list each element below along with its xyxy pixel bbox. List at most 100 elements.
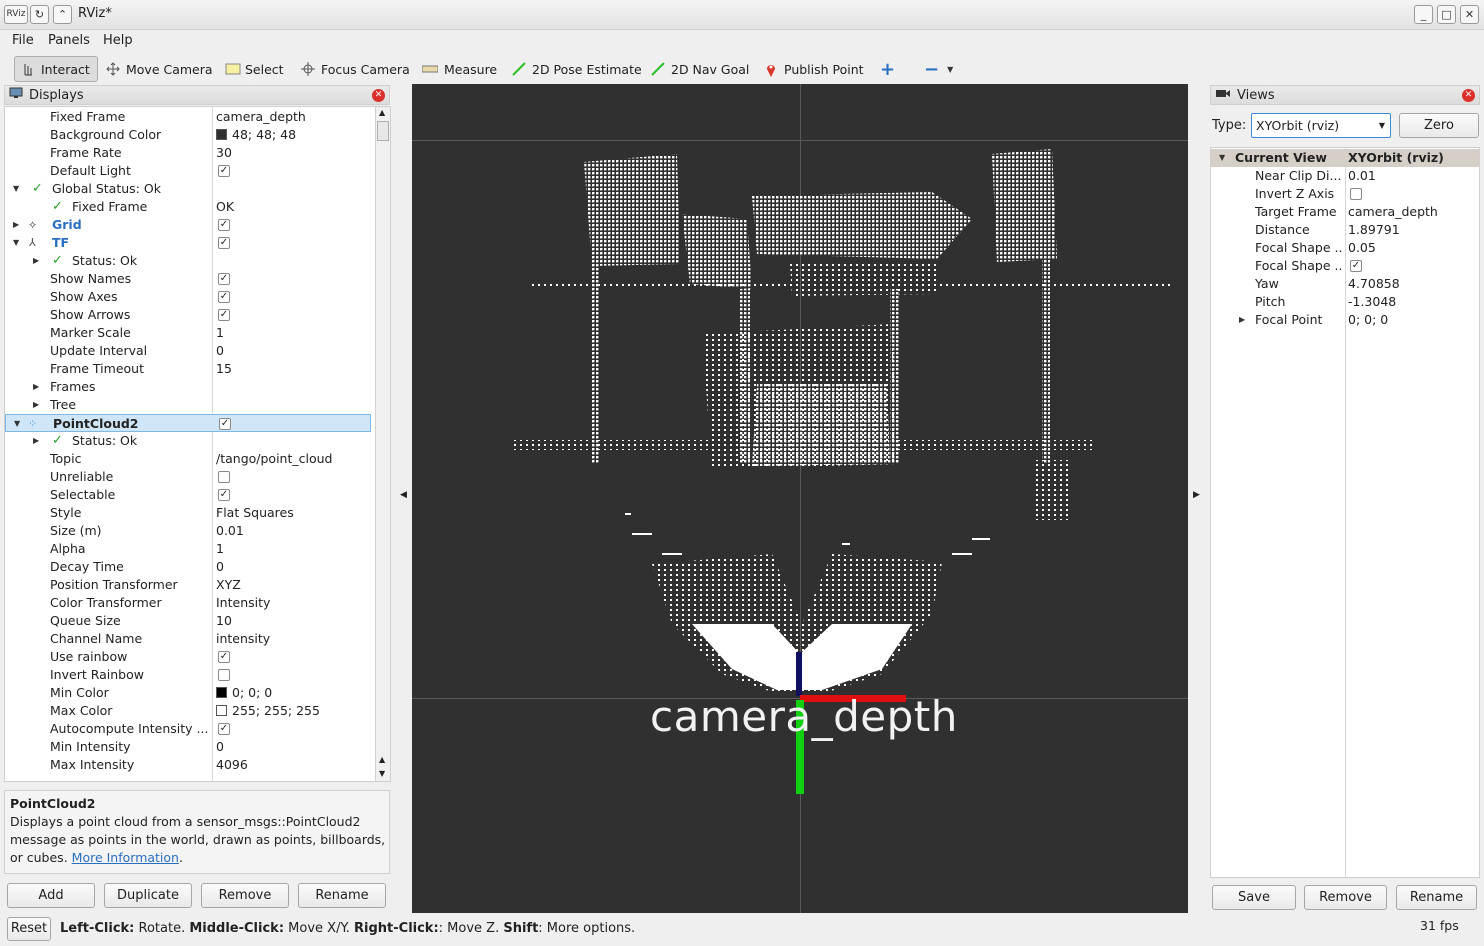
display-row-value-cell[interactable]: Flat Squares <box>216 504 371 522</box>
minimize-button[interactable]: _ <box>1414 5 1433 24</box>
display-row-value[interactable]: 0 <box>216 739 224 754</box>
view-property-value[interactable]: 1.89791 <box>1348 221 1400 239</box>
view-property-value[interactable]: 0.05 <box>1348 239 1376 257</box>
rename-view-button[interactable]: Rename <box>1396 885 1477 910</box>
close-displays-icon[interactable]: ✕ <box>372 89 385 102</box>
render-viewport[interactable]: camera_depth <box>412 84 1188 913</box>
display-row[interactable]: ▶ Frames <box>5 378 371 396</box>
view-property-value[interactable]: 4.70858 <box>1348 275 1400 293</box>
display-row[interactable]: Position Transformer XYZ <box>5 576 371 594</box>
more-information-link[interactable]: More Information <box>72 850 179 865</box>
collapse-left-icon[interactable]: ◀ <box>400 490 407 500</box>
tool-2d-nav-goal[interactable]: 2D Nav Goal <box>645 56 755 82</box>
display-row-value[interactable]: 48; 48; 48 <box>232 127 296 142</box>
display-row-value-cell[interactable]: 0.01 <box>216 522 371 540</box>
view-property-checkbox[interactable]: ✓ <box>1350 260 1362 272</box>
display-row[interactable]: Show Axes ✓ <box>5 288 371 306</box>
display-row[interactable]: Alpha 1 <box>5 540 371 558</box>
view-property-value[interactable]: -1.3048 <box>1348 293 1396 311</box>
remove-display-button[interactable]: Remove <box>201 883 289 908</box>
display-row-value[interactable]: XYZ <box>216 577 241 592</box>
display-row-value[interactable]: camera_depth <box>216 109 306 124</box>
display-row[interactable]: Min Color 0; 0; 0 <box>5 684 371 702</box>
view-property-row[interactable]: Focal Shape ... ✓ <box>1211 257 1479 275</box>
display-row-value[interactable]: 30 <box>216 145 232 160</box>
expand-right-icon[interactable]: ▶ <box>13 216 19 234</box>
display-row[interactable]: Selectable ✓ <box>5 486 371 504</box>
views-tree[interactable]: ▼ Current View XYOrbit (rviz) Near Clip Di.… <box>1210 147 1480 878</box>
display-row[interactable]: ▶ ✓ Status: Ok <box>5 252 371 270</box>
display-row[interactable]: Color Transformer Intensity <box>5 594 371 612</box>
display-row-value[interactable]: 0; 0; 0 <box>232 685 272 700</box>
save-view-button[interactable]: Save <box>1212 885 1296 910</box>
display-row-value-cell[interactable]: 4096 <box>216 756 371 774</box>
display-row-value-cell[interactable]: 30 <box>216 144 371 162</box>
display-row[interactable]: ✓ Fixed Frame OK <box>5 198 371 216</box>
display-row[interactable]: Max Intensity 4096 <box>5 756 371 774</box>
view-property-row[interactable]: Focal Shape ... 0.05 <box>1211 239 1479 257</box>
expand-right-icon[interactable]: ▶ <box>33 378 39 396</box>
add-tool-plus-icon[interactable]: + <box>874 56 901 82</box>
view-property-value[interactable]: 0.01 <box>1348 167 1376 185</box>
refresh-icon[interactable]: ↻ <box>30 5 49 24</box>
display-row-value-cell[interactable]: 48; 48; 48 <box>216 126 371 144</box>
display-row-checkbox[interactable]: ✓ <box>218 309 230 321</box>
display-row[interactable]: ▼ ⁘ PointCloud2 ✓ <box>5 414 371 432</box>
tool-focus-camera[interactable]: Focus Camera <box>295 56 416 82</box>
tool-move-camera[interactable]: Move Camera <box>100 56 219 82</box>
display-row[interactable]: ▶ ⟡ Grid ✓ <box>5 216 371 234</box>
display-row[interactable]: Default Light ✓ <box>5 162 371 180</box>
display-row-value[interactable]: 10 <box>216 613 232 628</box>
display-row-value-cell[interactable]: intensity <box>216 630 371 648</box>
view-property-row[interactable]: Invert Z Axis <box>1211 185 1479 203</box>
display-row-checkbox[interactable]: ✓ <box>218 165 230 177</box>
display-row[interactable]: Max Color 255; 255; 255 <box>5 702 371 720</box>
view-property-row[interactable]: Target Frame camera_depth <box>1211 203 1479 221</box>
display-row[interactable]: Unreliable <box>5 468 371 486</box>
display-row-value-cell[interactable]: 1 <box>216 540 371 558</box>
display-row[interactable]: Show Names ✓ <box>5 270 371 288</box>
display-row-value-cell[interactable]: camera_depth <box>216 108 371 126</box>
window-titlebar[interactable]: RViz ↻ ⌃ RViz* _ □ ✕ <box>0 0 1484 30</box>
display-row[interactable]: Update Interval 0 <box>5 342 371 360</box>
display-row-checkbox[interactable] <box>218 471 230 483</box>
display-row[interactable]: ▼ ⅄ TF ✓ <box>5 234 371 252</box>
display-row[interactable]: Decay Time 0 <box>5 558 371 576</box>
display-row[interactable]: Invert Rainbow <box>5 666 371 684</box>
expand-right-icon[interactable]: ▶ <box>33 432 39 450</box>
display-row[interactable]: ▶ Tree <box>5 396 371 414</box>
expand-right-icon[interactable]: ▶ <box>1239 311 1245 329</box>
current-view-row[interactable]: ▼ Current View XYOrbit (rviz) <box>1211 149 1479 167</box>
display-row-checkbox[interactable]: ✓ <box>218 273 230 285</box>
color-swatch[interactable] <box>216 705 227 716</box>
display-row-checkbox[interactable]: ✓ <box>218 291 230 303</box>
display-row-value[interactable]: 255; 255; 255 <box>232 703 320 718</box>
tool-publish-point[interactable]: Publish Point <box>758 56 870 82</box>
view-property-value[interactable]: camera_depth <box>1348 203 1438 221</box>
zero-button[interactable]: Zero <box>1399 113 1479 138</box>
reset-button[interactable]: Reset <box>7 917 51 941</box>
display-row-value-cell[interactable]: 0 <box>216 342 371 360</box>
remove-view-button[interactable]: Remove <box>1304 885 1387 910</box>
display-row[interactable]: Show Arrows ✓ <box>5 306 371 324</box>
rename-display-button[interactable]: Rename <box>298 883 386 908</box>
view-property-row[interactable]: Distance 1.89791 <box>1211 221 1479 239</box>
menu-file[interactable]: File <box>12 33 34 48</box>
display-row-checkbox[interactable]: ✓ <box>218 723 230 735</box>
display-row[interactable]: Fixed Frame camera_depth <box>5 108 371 126</box>
display-row-value-cell[interactable]: 10 <box>216 612 371 630</box>
display-row-value-cell[interactable]: 0 <box>216 738 371 756</box>
display-row-value-cell[interactable]: 0 <box>216 558 371 576</box>
display-row-value[interactable]: Flat Squares <box>216 505 294 520</box>
display-row-value[interactable]: 0 <box>216 559 224 574</box>
display-row-value[interactable]: 4096 <box>216 757 248 772</box>
expand-down-icon[interactable]: ▼ <box>14 415 20 433</box>
close-button[interactable]: ✕ <box>1460 5 1479 24</box>
display-row[interactable]: ▼ ✓ Global Status: Ok <box>5 180 371 198</box>
displays-tree[interactable]: ▲ ▲ ▼ Fixed Frame camera_depth Background … <box>4 106 391 782</box>
duplicate-display-button[interactable]: Duplicate <box>104 883 192 908</box>
display-row[interactable]: Min Intensity 0 <box>5 738 371 756</box>
display-row-value[interactable]: 1 <box>216 325 224 340</box>
display-row[interactable]: Queue Size 10 <box>5 612 371 630</box>
color-swatch[interactable] <box>216 129 227 140</box>
